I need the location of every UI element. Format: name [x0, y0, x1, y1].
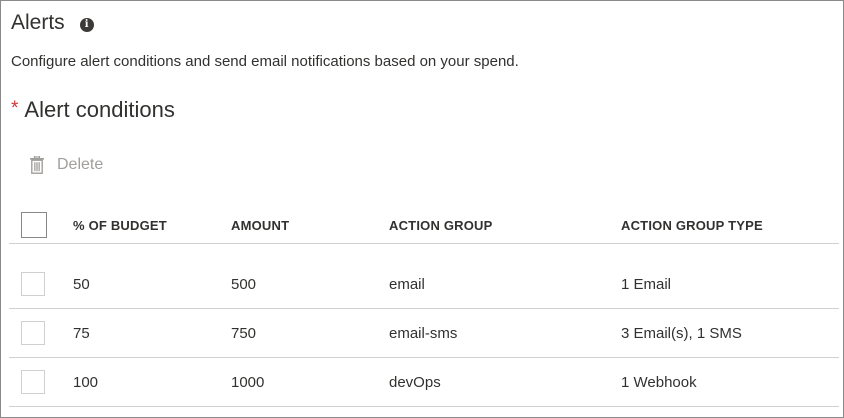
table-row[interactable]: 100 1000 devOps 1 Webhook [9, 358, 839, 407]
row-checkbox[interactable] [21, 272, 45, 296]
select-all-checkbox[interactable] [21, 212, 47, 238]
section-title: Alert conditions [24, 97, 175, 122]
table-row[interactable]: 75 750 email-sms 3 Email(s), 1 SMS [9, 309, 839, 358]
column-header-amount[interactable]: AMOUNT [231, 218, 289, 233]
cell-action-group: email-sms [389, 324, 458, 342]
cell-amount: 500 [231, 275, 257, 293]
section-header: * Alert conditions [11, 97, 175, 123]
cell-action-group-type: 1 Webhook [621, 373, 697, 391]
panel-header: Alerts i [11, 11, 94, 35]
alerts-panel: Alerts i Configure alert conditions and … [0, 0, 844, 418]
trash-icon [29, 156, 45, 174]
column-header-percent[interactable]: % OF BUDGET [73, 218, 167, 233]
row-checkbox[interactable] [21, 321, 45, 345]
column-header-action-group[interactable]: ACTION GROUP [389, 218, 493, 233]
cell-amount: 1000 [231, 373, 265, 391]
cell-action-group-type: 3 Email(s), 1 SMS [621, 324, 742, 342]
cell-amount: 750 [231, 324, 257, 342]
select-all-checkbox-cell [21, 212, 47, 238]
cell-action-group-type: 1 Email [621, 275, 672, 293]
delete-button[interactable]: Delete [29, 156, 103, 174]
panel-title: Alerts [11, 11, 65, 34]
row-checkbox-cell [21, 272, 45, 296]
cell-action-group: email [389, 275, 425, 293]
required-marker: * [11, 98, 19, 119]
cell-percent: 75 [73, 324, 90, 342]
cell-percent: 50 [73, 275, 90, 293]
row-checkbox-cell [21, 370, 45, 394]
alert-conditions-table: % OF BUDGET AMOUNT ACTION GROUP ACTION G… [9, 207, 839, 407]
info-icon[interactable]: i [79, 17, 94, 32]
column-header-action-group-type[interactable]: ACTION GROUP TYPE [621, 218, 763, 233]
row-checkbox[interactable] [21, 370, 45, 394]
cell-percent: 100 [73, 373, 99, 391]
table-row[interactable]: 50 500 email 1 Email [9, 260, 839, 309]
delete-label: Delete [57, 156, 104, 173]
row-checkbox-cell [21, 321, 45, 345]
panel-description: Configure alert conditions and send emai… [11, 53, 519, 70]
cell-action-group: devOps [389, 373, 441, 391]
table-header-row: % OF BUDGET AMOUNT ACTION GROUP ACTION G… [9, 207, 839, 244]
